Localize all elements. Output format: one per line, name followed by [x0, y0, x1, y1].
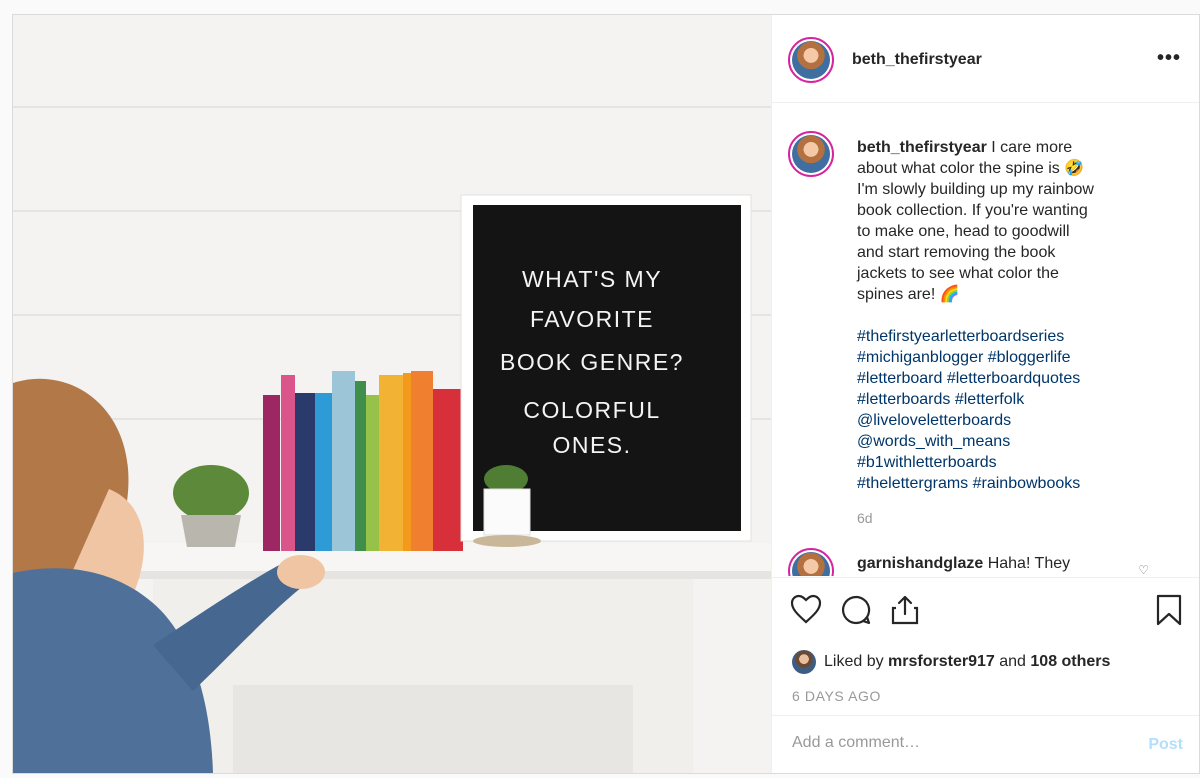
- add-comment-bar: Post: [772, 715, 1199, 774]
- caption-line-4: book collection. If you're wanting: [857, 202, 1088, 219]
- caption-line-7: jackets to see what color the: [857, 265, 1059, 282]
- instagram-post: WHAT'S MY FAVORITE BOOK GENRE? COLORFUL …: [12, 14, 1200, 774]
- caption-line-8: spines are! 🌈: [857, 286, 960, 303]
- photo-illustration: WHAT'S MY FAVORITE BOOK GENRE? COLORFUL …: [13, 15, 771, 773]
- liker-avatar[interactable]: [792, 650, 816, 674]
- caption-line-1: I care more: [991, 139, 1073, 156]
- liked-prefix: Liked by: [824, 653, 884, 670]
- hashtag-line[interactable]: #michiganblogger #bloggerlife: [857, 347, 1157, 368]
- commenter-username[interactable]: garnishandglaze: [857, 555, 983, 572]
- comment-like-icon[interactable]: ♡: [1138, 563, 1149, 576]
- post-timestamp: 6 DAYS AGO: [792, 688, 881, 704]
- caption-line-5: to make one, head to goodwill: [857, 223, 1070, 240]
- caption-line-3: I'm slowly building up my rainbow: [857, 181, 1094, 198]
- letterboard-line-5: ONES.: [552, 432, 631, 458]
- letterboard-line-2: FAVORITE: [530, 306, 654, 332]
- caption-hashtags: #thefirstyearletterboardseries #michigan…: [857, 326, 1157, 494]
- post-button[interactable]: Post: [1148, 736, 1183, 754]
- liked-others[interactable]: 108 others: [1030, 653, 1110, 671]
- comment-text: Haha! They: [987, 555, 1071, 572]
- comments-section[interactable]: beth_thefirstyear I care more about what…: [772, 103, 1199, 576]
- post-photo[interactable]: WHAT'S MY FAVORITE BOOK GENRE? COLORFUL …: [13, 15, 771, 773]
- hashtag-line[interactable]: @words_with_means: [857, 431, 1157, 452]
- hashtag-line[interactable]: #letterboard #letterboardquotes: [857, 368, 1157, 389]
- liked-user[interactable]: mrsforster917: [888, 653, 995, 671]
- action-bar: Liked by mrsforster917 and 108 others 6 …: [772, 577, 1199, 730]
- post-header: beth_thefirstyear •••: [772, 15, 1199, 103]
- more-options-icon[interactable]: •••: [1157, 47, 1181, 70]
- letterboard-line-3: BOOK GENRE?: [500, 349, 684, 375]
- post-sidebar: beth_thefirstyear ••• beth_thefirstyear …: [771, 15, 1199, 773]
- share-icon[interactable]: [890, 594, 920, 631]
- hashtag-line[interactable]: @liveloveletterboards: [857, 410, 1157, 431]
- letterboard-line-1: WHAT'S MY: [522, 266, 662, 292]
- caption-username[interactable]: beth_thefirstyear: [857, 139, 987, 156]
- hashtag-line[interactable]: #letterboards #letterfolk: [857, 389, 1157, 410]
- caption-age: 6d: [857, 510, 873, 526]
- caption: beth_thefirstyear I care more about what…: [857, 137, 1157, 494]
- liked-and: and: [999, 653, 1026, 670]
- comment: garnishandglaze Haha! They: [857, 555, 1070, 573]
- caption-line-2: about what color the spine is 🤣: [857, 160, 1085, 177]
- comment-input[interactable]: [790, 733, 1114, 753]
- letterboard-line-4: COLORFUL: [523, 397, 660, 423]
- hashtag-line[interactable]: #b1withletterboards: [857, 452, 1157, 473]
- book-row: [263, 371, 463, 551]
- comment-icon[interactable]: [840, 594, 872, 631]
- bookmark-icon[interactable]: [1155, 594, 1183, 631]
- heart-icon[interactable]: [790, 594, 822, 629]
- author-avatar[interactable]: [788, 37, 834, 83]
- author-username[interactable]: beth_thefirstyear: [852, 51, 982, 69]
- commenter-avatar[interactable]: [788, 548, 834, 576]
- caption-avatar[interactable]: [788, 131, 834, 177]
- hashtag-line[interactable]: #thelettergrams #rainbowbooks: [857, 473, 1157, 494]
- hashtag-line[interactable]: #thefirstyearletterboardseries: [857, 326, 1157, 347]
- likes-summary: Liked by mrsforster917 and 108 others: [792, 650, 1110, 674]
- caption-line-6: and start removing the book: [857, 244, 1056, 261]
